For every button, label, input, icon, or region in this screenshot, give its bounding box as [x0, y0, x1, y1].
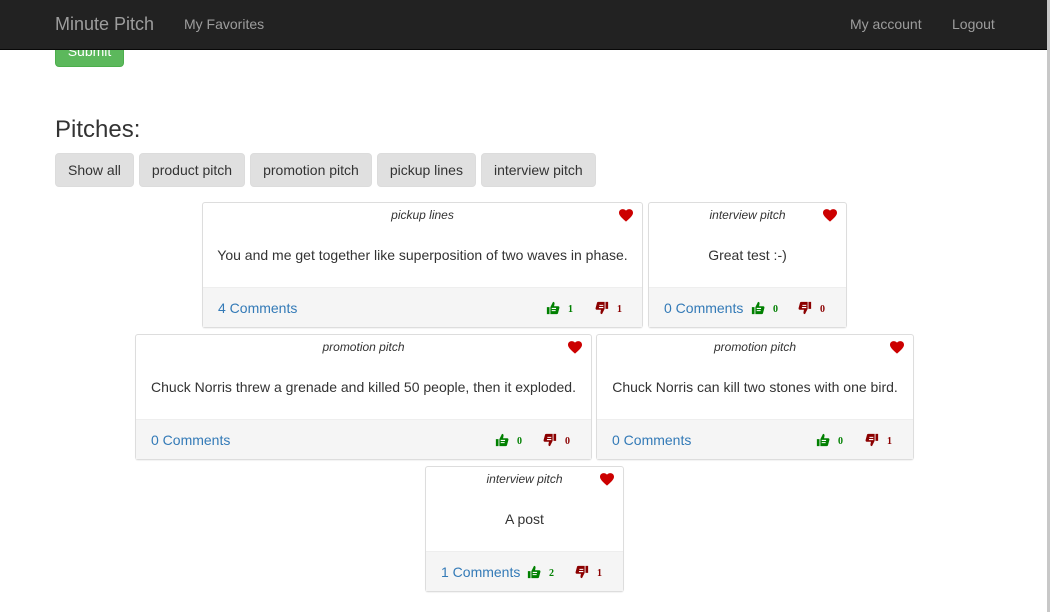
- pitch-category: interview pitch: [709, 208, 786, 222]
- upvote-button[interactable]: 1: [546, 300, 573, 315]
- thumbs-up-icon: [495, 433, 509, 446]
- filter-show-all-button[interactable]: Show all: [55, 153, 134, 187]
- comments-link[interactable]: 0 Comments: [664, 300, 743, 316]
- upvote-count: 0: [838, 436, 843, 447]
- downvote-button[interactable]: 1: [595, 300, 622, 315]
- upvote-button[interactable]: 0: [495, 432, 522, 447]
- heart-icon[interactable]: [890, 341, 904, 354]
- pitch-card-footer: 0 Comments 0 0: [136, 419, 591, 459]
- heart-icon[interactable]: [568, 341, 582, 354]
- pitch-card: interview pitch A post 1 Comments 2 1: [425, 466, 624, 592]
- pitch-card: pickup lines You and me get together lik…: [202, 202, 643, 328]
- downvote-count: 1: [887, 436, 892, 447]
- comments-link[interactable]: 1 Comments: [441, 564, 520, 580]
- downvote-button[interactable]: 0: [798, 300, 825, 315]
- upvote-button[interactable]: 0: [751, 300, 778, 315]
- brand-link[interactable]: Minute Pitch: [55, 14, 154, 35]
- pitch-card: promotion pitch Chuck Norris threw a gre…: [135, 334, 592, 460]
- nav-logout[interactable]: Logout: [952, 16, 995, 32]
- comments-link[interactable]: 0 Comments: [151, 432, 230, 448]
- downvote-button[interactable]: 1: [865, 432, 892, 447]
- thumbs-up-icon: [546, 301, 560, 314]
- upvote-count: 0: [517, 436, 522, 447]
- downvote-count: 0: [820, 304, 825, 315]
- nav-my-account[interactable]: My account: [850, 16, 922, 32]
- thumbs-down-icon: [543, 433, 557, 446]
- pitch-card-footer: 1 Comments 2 1: [426, 551, 623, 591]
- heart-icon[interactable]: [600, 473, 614, 486]
- upvote-count: 1: [568, 304, 573, 315]
- pitch-text: A post: [505, 511, 544, 527]
- pitch-card: promotion pitch Chuck Norris can kill tw…: [596, 334, 914, 460]
- pitch-text: Chuck Norris threw a grenade and killed …: [151, 379, 576, 395]
- thumbs-up-icon: [751, 301, 765, 314]
- downvote-count: 1: [597, 568, 602, 579]
- comments-link[interactable]: 4 Comments: [218, 300, 297, 316]
- downvote-count: 0: [565, 436, 570, 447]
- downvote-button[interactable]: 0: [543, 432, 570, 447]
- thumbs-up-icon: [816, 433, 830, 446]
- upvote-button[interactable]: 2: [527, 564, 554, 579]
- pitch-card-footer: 0 Comments 0 1: [597, 419, 913, 459]
- pitch-text: You and me get together like superpositi…: [217, 247, 628, 263]
- pitch-card-footer: 4 Comments 1 1: [203, 287, 642, 327]
- pitch-card: interview pitch Great test :-) 0 Comment…: [648, 202, 847, 328]
- filter-product-pitch-button[interactable]: product pitch: [138, 153, 246, 187]
- upvote-count: 2: [549, 568, 554, 579]
- thumbs-down-icon: [595, 301, 609, 314]
- heart-icon[interactable]: [823, 209, 837, 222]
- comments-link[interactable]: 0 Comments: [612, 432, 691, 448]
- heart-icon[interactable]: [619, 209, 633, 222]
- downvote-button[interactable]: 1: [575, 564, 602, 579]
- navbar: Minute Pitch My Favorites My account Log…: [0, 0, 1050, 50]
- pitch-text: Chuck Norris can kill two stones with on…: [612, 379, 898, 395]
- pitches-heading: Pitches:: [55, 116, 141, 143]
- nav-my-favorites[interactable]: My Favorites: [184, 16, 264, 32]
- pitch-category: promotion pitch: [713, 340, 797, 354]
- category-filter-group: Show all product pitch promotion pitch p…: [55, 153, 596, 187]
- downvote-count: 1: [617, 304, 622, 315]
- filter-promotion-pitch-button[interactable]: promotion pitch: [250, 153, 372, 187]
- filter-pickup-lines-button[interactable]: pickup lines: [376, 153, 476, 187]
- pitch-category: promotion pitch: [322, 340, 405, 354]
- thumbs-down-icon: [798, 301, 812, 314]
- thumbs-down-icon: [865, 433, 879, 446]
- pitch-category: interview pitch: [486, 472, 563, 486]
- filter-interview-pitch-button[interactable]: interview pitch: [480, 153, 596, 187]
- pitch-text: Great test :-): [708, 247, 787, 263]
- thumbs-down-icon: [575, 565, 589, 578]
- pitch-category: pickup lines: [391, 208, 454, 222]
- pitch-card-footer: 0 Comments 0 0: [649, 287, 846, 327]
- thumbs-up-icon: [527, 565, 541, 578]
- upvote-count: 0: [773, 304, 778, 315]
- upvote-button[interactable]: 0: [816, 432, 843, 447]
